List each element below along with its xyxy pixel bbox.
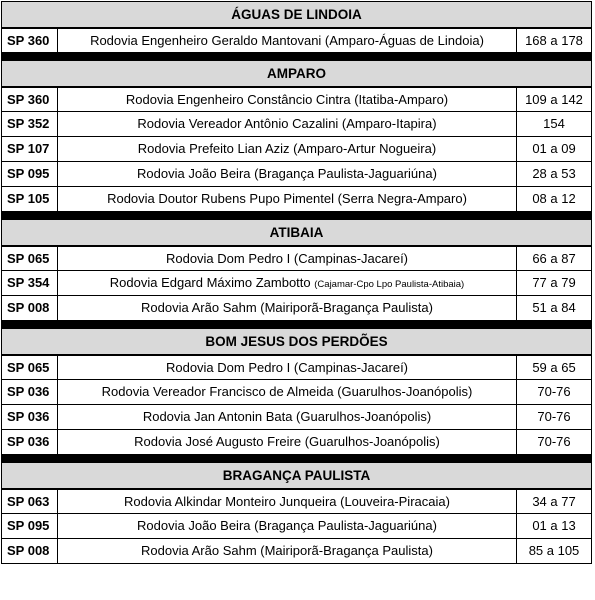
highway-code: SP 063 [2,490,58,513]
highway-code: SP 360 [2,29,58,52]
highway-name: Rodovia João Beira (Bragança Paulista-Ja… [58,162,517,186]
highway-name: Rodovia Dom Pedro I (Campinas-Jacareí) [58,247,517,270]
km-range: 08 a 12 [532,191,576,206]
section-separator [1,53,592,60]
highway-name-text: Rodovia Alkindar Monteiro Junqueira (Lou… [124,494,450,509]
table-row: SP 008 Rodovia Arão Sahm (Mairiporã-Braga… [1,539,592,564]
highway-code: SP 095 [2,514,58,538]
highway-code: SP 107 [2,137,58,161]
table-row: SP 036 Rodovia Vereador Francisco de Alme… [1,380,592,405]
km-range: 70-76 [537,409,571,424]
table-row: SP 352 Rodovia Vereador Antônio Cazalini … [1,112,592,137]
table-row: SP 360 Rodovia Engenheiro Geraldo Mantova… [1,28,592,53]
table-row: SP 360 Rodovia Engenheiro Constâncio Cint… [1,87,592,112]
km-range: 77 a 79 [532,275,576,290]
highway-code: SP 105 [2,187,58,211]
highway-name: Rodovia Arão Sahm (Mairiporã-Bragança Pa… [58,539,517,563]
highway-name-text: Rodovia Edgard Máximo Zambotto [109,275,311,290]
highway-name: Rodovia Engenheiro Constâncio Cintra (It… [58,88,517,111]
section-separator [1,212,592,219]
km-range: 168 a 178 [525,33,583,48]
section-separator [1,321,592,328]
table-row: SP 065 Rodovia Dom Pedro I (Campinas-Jaca… [1,246,592,271]
table-row: SP 036 Rodovia José Augusto Freire (Guaru… [1,430,592,455]
highway-code: SP 036 [2,430,58,454]
highway-name: Rodovia Edgard Máximo Zambotto (Cajamar-… [58,271,517,295]
highway-name-text: Rodovia João Beira (Bragança Paulista-Ja… [137,166,437,181]
km-range: 70-76 [537,384,571,399]
highway-code: SP 352 [2,112,58,136]
highway-name-text: Rodovia Arão Sahm (Mairiporã-Bragança Pa… [141,543,433,558]
highway-code: SP 065 [2,247,58,270]
highway-name-text: Rodovia Dom Pedro I (Campinas-Jacareí) [165,251,409,266]
table-row: SP 105 Rodovia Doutor Rubens Pupo Pimente… [1,187,592,212]
highway-code: SP 360 [2,88,58,111]
highway-name-text: Rodovia Vereador Antônio Cazalini (Ampar… [137,116,437,131]
highway-name-text: Rodovia Engenheiro Geraldo Mantovani (Am… [90,33,484,48]
highway-name: Rodovia Prefeito Lian Aziz (Amparo-Artur… [58,137,517,161]
table-row: SP 095 Rodovia João Beira (Bragança Pauli… [1,162,592,187]
highway-name-text: Rodovia Arão Sahm (Mairiporã-Bragança Pa… [141,300,433,315]
km-range: 70-76 [537,434,571,449]
table-row: SP 008 Rodovia Arão Sahm (Mairiporã-Braga… [1,296,592,321]
highway-name: Rodovia Vereador Antônio Cazalini (Ampar… [58,112,517,136]
highway-name: Rodovia Doutor Rubens Pupo Pimentel (Ser… [58,187,517,211]
highway-name-text: Rodovia José Augusto Freire (Guarulhos-J… [134,434,440,449]
highway-name-text: Rodovia Prefeito Lian Aziz (Amparo-Artur… [137,141,437,156]
section-rows: SP 063 Rodovia Alkindar Monteiro Junqueir… [1,489,592,564]
highway-code: SP 008 [2,539,58,563]
highway-code: SP 095 [2,162,58,186]
highway-code: SP 065 [2,356,58,379]
km-range: 01 a 09 [532,141,576,156]
table-row: SP 065 Rodovia Dom Pedro I (Campinas-Jaca… [1,355,592,380]
highway-name-text: Rodovia João Beira (Bragança Paulista-Ja… [137,518,437,533]
section-rows: SP 360 Rodovia Engenheiro Constâncio Cint… [1,87,592,212]
highway-code: SP 008 [2,296,58,320]
km-range: 85 a 105 [528,543,580,558]
section-rows: SP 360 Rodovia Engenheiro Geraldo Mantova… [1,28,592,53]
km-range: 51 a 84 [532,300,576,315]
table-row: SP 063 Rodovia Alkindar Monteiro Junqueir… [1,489,592,514]
highway-name: Rodovia Vereador Francisco de Almeida (G… [58,380,517,404]
highway-name-text: Rodovia Doutor Rubens Pupo Pimentel (Ser… [107,191,467,206]
highway-name: Rodovia Engenheiro Geraldo Mantovani (Am… [58,29,517,52]
section-rows: SP 065 Rodovia Dom Pedro I (Campinas-Jaca… [1,355,592,455]
highway-name-text: Rodovia Engenheiro Constâncio Cintra (It… [125,92,449,107]
section-header: BOM JESUS DOS PERDÕES [1,328,592,355]
highway-code: SP 036 [2,380,58,404]
section-separator [1,455,592,462]
table-row: SP 354 Rodovia Edgard Máximo Zambotto (Ca… [1,271,592,296]
table-row: SP 107 Rodovia Prefeito Lian Aziz (Amparo… [1,137,592,162]
km-range: 28 a 53 [532,166,576,181]
km-range: 01 a 13 [532,518,576,533]
km-range: 59 a 65 [532,360,576,375]
highway-route-note: (Cajamar-Cpo Lpo Paulista-Atibaia) [314,279,465,290]
highway-name: Rodovia Dom Pedro I (Campinas-Jacareí) [58,356,517,379]
km-range: 66 a 87 [532,251,576,266]
highway-name: Rodovia José Augusto Freire (Guarulhos-J… [58,430,517,454]
highway-name: Rodovia João Beira (Bragança Paulista-Ja… [58,514,517,538]
highway-name: Rodovia Jan Antonin Bata (Guarulhos-Joan… [58,405,517,429]
highway-name-text: Rodovia Dom Pedro I (Campinas-Jacareí) [165,360,409,375]
section-header: BRAGANÇA PAULISTA [1,462,592,489]
highway-name-text: Rodovia Jan Antonin Bata (Guarulhos-Joan… [142,409,432,424]
table-row: SP 095 Rodovia João Beira (Bragança Pauli… [1,514,592,539]
highway-name: Rodovia Alkindar Monteiro Junqueira (Lou… [58,490,517,513]
section-rows: SP 065 Rodovia Dom Pedro I (Campinas-Jaca… [1,246,592,321]
highway-code: SP 354 [2,271,58,295]
table-row: SP 036 Rodovia Jan Antonin Bata (Guarulho… [1,405,592,430]
km-range: 154 [543,116,565,131]
section-header: ATIBAIA [1,219,592,246]
highway-name-text: Rodovia Vereador Francisco de Almeida (G… [101,384,473,399]
km-range: 109 a 142 [525,92,583,107]
section-header: AMPARO [1,60,592,87]
section-header: ÁGUAS DE LINDOIA [1,1,592,28]
highway-name: Rodovia Arão Sahm (Mairiporã-Bragança Pa… [58,296,517,320]
km-range: 34 a 77 [532,494,576,509]
highway-table: ÁGUAS DE LINDOIA SP 360 Rodovia Engenheiro… [1,1,592,564]
highway-code: SP 036 [2,405,58,429]
